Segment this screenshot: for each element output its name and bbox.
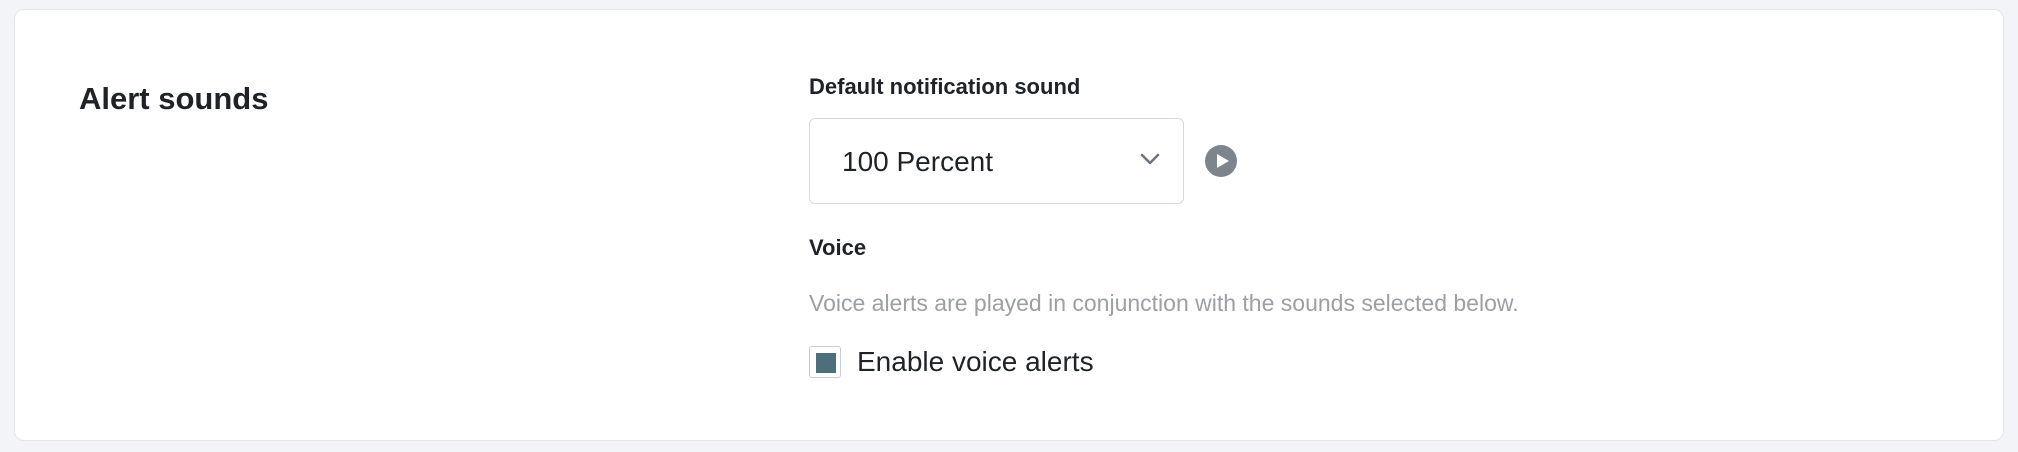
notification-sound-select[interactable]: 100 Percent bbox=[809, 118, 1184, 204]
voice-label: Voice bbox=[809, 235, 867, 260]
voice-help-text: Voice alerts are played in conjunction w… bbox=[809, 290, 1519, 316]
enable-voice-alerts-option[interactable]: Enable voice alerts bbox=[809, 344, 1094, 380]
enable-voice-alerts-checkbox[interactable] bbox=[809, 346, 841, 378]
notification-sound-label: Default notification sound bbox=[809, 74, 1081, 99]
chevron-down-icon bbox=[1140, 153, 1160, 165]
section-title: Alert sounds bbox=[79, 81, 269, 116]
play-circle-icon[interactable] bbox=[1204, 144, 1238, 178]
alert-sounds-card: Alert sounds Default notification sound … bbox=[14, 9, 2004, 441]
notification-sound-value: 100 Percent bbox=[842, 146, 993, 177]
checkbox-checked-indicator bbox=[816, 353, 836, 373]
enable-voice-alerts-label: Enable voice alerts bbox=[857, 346, 1094, 378]
